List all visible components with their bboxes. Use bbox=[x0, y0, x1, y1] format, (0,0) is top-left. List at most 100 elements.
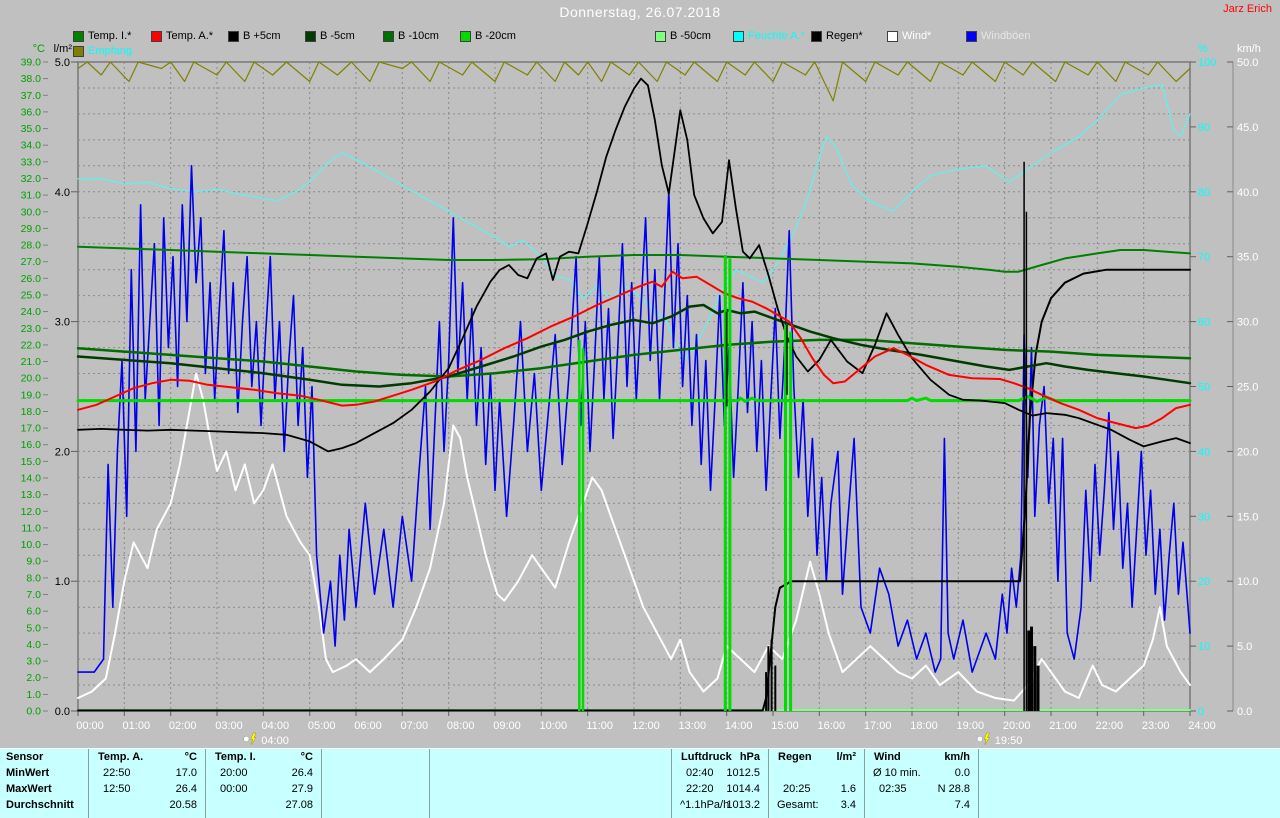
svg-text:70: 70 bbox=[1198, 252, 1210, 264]
legend-item-windb-en[interactable]: Windböen bbox=[966, 30, 1031, 42]
legend-item-b-20cm[interactable]: B -20cm bbox=[460, 30, 516, 42]
legend-swatch-icon bbox=[655, 31, 666, 42]
svg-text:23.0: 23.0 bbox=[21, 323, 42, 335]
lightning-icon bbox=[984, 733, 989, 745]
stats-column-empty bbox=[429, 749, 671, 818]
svg-text:15.0: 15.0 bbox=[21, 456, 42, 468]
page-title: Donnerstag, 26.07.2018 bbox=[0, 4, 1280, 20]
legend-swatch-icon bbox=[887, 31, 898, 42]
legend-item-label: B -50cm bbox=[670, 30, 711, 42]
legend-item-label: Regen* bbox=[826, 30, 863, 42]
stats-col-unit: hPa bbox=[740, 751, 760, 763]
marker-time-label: 19:50 bbox=[995, 735, 1023, 747]
svg-text:08:00: 08:00 bbox=[447, 720, 475, 732]
axis-title-temp-c: °C bbox=[33, 43, 45, 55]
marker-dot-icon bbox=[977, 736, 983, 742]
svg-text:1.0: 1.0 bbox=[55, 576, 70, 588]
svg-text:31.0: 31.0 bbox=[21, 190, 42, 202]
svg-text:5.0: 5.0 bbox=[1237, 641, 1252, 653]
stats-row-label-durchschnitt: Durchschnitt bbox=[6, 799, 74, 811]
legend-item-label: Temp. A.* bbox=[166, 30, 213, 42]
svg-text:15:00: 15:00 bbox=[771, 720, 799, 732]
legend-item-feuchte-a[interactable]: Feuchte A.* bbox=[733, 30, 805, 42]
stats-column-empty bbox=[321, 749, 429, 818]
svg-text:10: 10 bbox=[1198, 641, 1210, 653]
svg-text:0.0: 0.0 bbox=[55, 706, 70, 718]
svg-text:14:00: 14:00 bbox=[725, 720, 753, 732]
stats-cell-value: N 28.8 bbox=[938, 783, 970, 795]
time-marker: 19:50 bbox=[977, 733, 1022, 747]
axis-title-wind: km/h bbox=[1237, 43, 1261, 55]
weather-chart-svg[interactable]: °Cl/m²%km/h0.01.02.03.04.05.06.07.08.09.… bbox=[0, 0, 1280, 747]
stats-col-header: Regen bbox=[778, 751, 812, 763]
svg-text:30.0: 30.0 bbox=[1237, 317, 1258, 329]
svg-text:9.0: 9.0 bbox=[26, 556, 41, 568]
svg-text:16:00: 16:00 bbox=[818, 720, 846, 732]
legend-item-temp-a[interactable]: Temp. A.* bbox=[151, 30, 213, 42]
svg-text:20.0: 20.0 bbox=[1237, 446, 1258, 458]
stats-column-wind: Windkm/hØ 10 min.0.002:35N 28.87.4 bbox=[864, 749, 978, 818]
stats-col-unit: °C bbox=[185, 751, 197, 763]
svg-text:8.0: 8.0 bbox=[26, 572, 41, 584]
series-empfang bbox=[78, 62, 1190, 101]
svg-text:03:00: 03:00 bbox=[215, 720, 243, 732]
legend-item-empfang[interactable]: Empfang bbox=[73, 45, 132, 57]
svg-text:35.0: 35.0 bbox=[1237, 252, 1258, 264]
legend-swatch-icon bbox=[966, 31, 977, 42]
station-author-label: Jarz Erich bbox=[1223, 3, 1272, 15]
legend-item-wind[interactable]: Wind* bbox=[887, 30, 931, 42]
legend-swatch-icon bbox=[73, 46, 84, 57]
legend-item-b-5cm[interactable]: B -5cm bbox=[305, 30, 355, 42]
svg-text:38.0: 38.0 bbox=[21, 73, 42, 85]
svg-text:24:00: 24:00 bbox=[1188, 720, 1216, 732]
stats-col-unit: km/h bbox=[944, 751, 970, 763]
svg-text:36.0: 36.0 bbox=[21, 106, 42, 118]
legend-item-label: Feuchte A.* bbox=[748, 30, 805, 42]
marker-dot-icon bbox=[244, 736, 250, 742]
legend-swatch-icon bbox=[460, 31, 471, 42]
stats-cell-value: 1014.4 bbox=[726, 783, 760, 795]
legend-swatch-icon bbox=[228, 31, 239, 42]
svg-text:6.0: 6.0 bbox=[26, 606, 41, 618]
svg-text:18.0: 18.0 bbox=[21, 406, 42, 418]
legend-item-b-10cm[interactable]: B -10cm bbox=[383, 30, 439, 42]
legend-item-label: Windböen bbox=[981, 30, 1031, 42]
stats-cell-value: 1.6 bbox=[841, 783, 856, 795]
svg-text:100: 100 bbox=[1198, 57, 1216, 69]
svg-text:18:00: 18:00 bbox=[910, 720, 938, 732]
svg-text:10.0: 10.0 bbox=[1237, 576, 1258, 588]
legend-item-b-5cm[interactable]: B +5cm bbox=[228, 30, 281, 42]
svg-text:2.0: 2.0 bbox=[26, 672, 41, 684]
svg-text:0: 0 bbox=[1198, 706, 1204, 718]
svg-text:19.0: 19.0 bbox=[21, 389, 42, 401]
stats-cell-value: 26.4 bbox=[176, 783, 197, 795]
svg-text:12.0: 12.0 bbox=[21, 506, 42, 518]
svg-text:30: 30 bbox=[1198, 511, 1210, 523]
stats-cell-time: 12:50 bbox=[103, 783, 131, 795]
stats-cell-time: ^1.1hPa/h bbox=[680, 799, 729, 811]
svg-text:17.0: 17.0 bbox=[21, 423, 42, 435]
svg-text:17:00: 17:00 bbox=[864, 720, 892, 732]
stats-cell-time: 20:00 bbox=[220, 767, 248, 779]
svg-text:10.0: 10.0 bbox=[21, 539, 42, 551]
svg-text:11:00: 11:00 bbox=[586, 720, 613, 732]
svg-text:40: 40 bbox=[1198, 446, 1210, 458]
legend-item-regen[interactable]: Regen* bbox=[811, 30, 863, 42]
stats-table: SensorMinWertMaxWertDurchschnittTemp. A.… bbox=[0, 748, 1280, 818]
svg-text:32.0: 32.0 bbox=[21, 173, 42, 185]
svg-text:5.0: 5.0 bbox=[26, 622, 41, 634]
legend-item-b-50cm[interactable]: B -50cm bbox=[655, 30, 711, 42]
legend-item-label: Wind* bbox=[902, 30, 931, 42]
legend-item-label: B +5cm bbox=[243, 30, 281, 42]
stats-col-header: Luftdruck bbox=[681, 751, 732, 763]
svg-text:05:00: 05:00 bbox=[308, 720, 336, 732]
chart-area[interactable]: °Cl/m²%km/h0.01.02.03.04.05.06.07.08.09.… bbox=[0, 0, 1280, 747]
svg-text:21.0: 21.0 bbox=[21, 356, 42, 368]
legend-item-temp-i[interactable]: Temp. I.* bbox=[73, 30, 131, 42]
svg-text:06:00: 06:00 bbox=[354, 720, 382, 732]
stats-cell-value: 1013.2 bbox=[726, 799, 760, 811]
svg-text:0.0: 0.0 bbox=[1237, 706, 1252, 718]
svg-text:13.0: 13.0 bbox=[21, 489, 42, 501]
svg-text:5.0: 5.0 bbox=[55, 57, 70, 69]
stats-cell-value: 17.0 bbox=[176, 767, 197, 779]
